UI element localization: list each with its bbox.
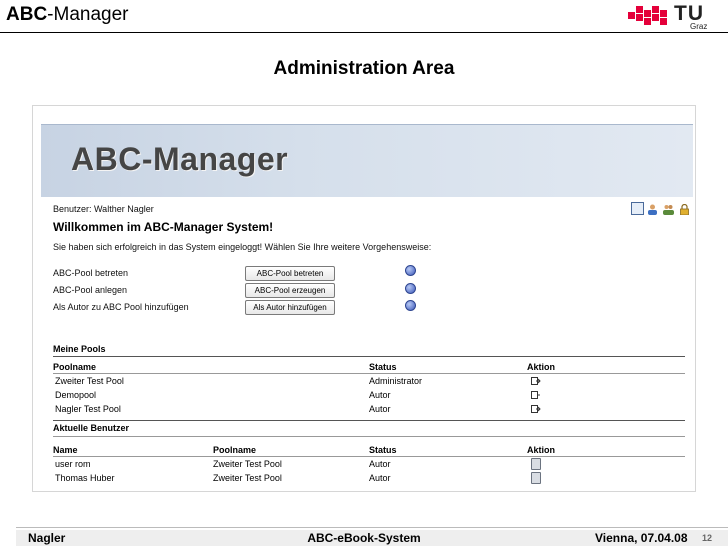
column-header-status: Status: [369, 362, 397, 372]
enter-pool-icon[interactable]: [531, 377, 541, 385]
section-divider: [53, 420, 685, 421]
pool-status: Administrator: [369, 376, 423, 386]
table-header-divider: [53, 373, 685, 374]
pool-name: Zweiter Test Pool: [55, 376, 124, 386]
intro-text: Sie haben sich erfolgreich in das System…: [53, 242, 432, 252]
column-header-status: Status: [369, 445, 397, 455]
section-divider: [53, 356, 685, 357]
banner-title: ABC-Manager: [71, 141, 289, 177]
info-icon[interactable]: [405, 283, 416, 294]
slide-title-rest: -Manager: [47, 4, 129, 25]
logo-blocks-icon: [628, 6, 672, 30]
pool-name: Nagler Test Pool: [55, 404, 121, 414]
action-label-create: ABC-Pool anlegen: [53, 285, 128, 295]
slide-title-bold: ABC: [6, 4, 48, 25]
toolbar: [631, 202, 691, 216]
active-users-title: Aktuelle Benutzer: [53, 423, 130, 433]
enter-pool-icon[interactable]: [531, 405, 541, 413]
footer-place-date: Vienna, 07.04.08: [595, 531, 688, 545]
page-heading: Administration Area: [273, 58, 455, 79]
column-header-poolname: Poolname: [213, 445, 257, 455]
column-header-aktion: Aktion: [527, 362, 555, 372]
page-number: 12: [702, 533, 713, 543]
my-pools-title: Meine Pools: [53, 344, 106, 354]
action-label-add-author: Als Autor zu ABC Pool hinzufügen: [53, 302, 189, 312]
column-header-poolname: Poolname: [53, 362, 97, 372]
welcome-heading: Willkommen im ABC-Manager System!: [53, 220, 274, 234]
action-label-enter: ABC-Pool betreten: [53, 268, 129, 278]
table-header-divider: [53, 456, 685, 457]
info-icon[interactable]: [405, 300, 416, 311]
slide-title: ABC-Manager: [6, 4, 129, 26]
info-icon[interactable]: [405, 265, 416, 276]
user-name: Thomas Huber: [55, 473, 115, 483]
app-banner: ABC-Manager: [41, 124, 693, 197]
column-header-aktion: Aktion: [527, 445, 555, 455]
users-icon[interactable]: [663, 202, 674, 215]
enter-pool-icon[interactable]: [531, 391, 541, 399]
user-pool: Zweiter Test Pool: [213, 459, 282, 469]
user-icon[interactable]: [647, 202, 658, 215]
pool-status: Autor: [369, 404, 391, 414]
section-divider: [53, 436, 685, 437]
trash-icon[interactable]: [531, 458, 541, 470]
pool-status: Autor: [369, 390, 391, 400]
create-pool-button[interactable]: ABC-Pool erzeugen: [245, 283, 335, 298]
user-pool: Zweiter Test Pool: [213, 473, 282, 483]
pool-name: Demopool: [55, 390, 97, 400]
app-screenshot: ABC-Manager Benutzer: Walther Nagler Wil…: [32, 105, 696, 492]
user-status: Autor: [369, 473, 391, 483]
footer-divider: [16, 527, 728, 528]
user-line: Benutzer: Walther Nagler: [53, 204, 154, 214]
tu-graz-logo: TU Graz: [628, 2, 722, 32]
logo-subtext: Graz: [690, 22, 708, 31]
header-divider: [0, 32, 728, 33]
trash-icon[interactable]: [531, 472, 541, 484]
column-header-name: Name: [53, 445, 78, 455]
add-author-button[interactable]: Als Autor hinzufügen: [245, 300, 335, 315]
user-status: Autor: [369, 459, 391, 469]
table-icon[interactable]: [631, 202, 644, 215]
lock-icon[interactable]: [679, 202, 690, 216]
user-name: user rom: [55, 459, 91, 469]
enter-pool-button[interactable]: ABC-Pool betreten: [245, 266, 335, 281]
